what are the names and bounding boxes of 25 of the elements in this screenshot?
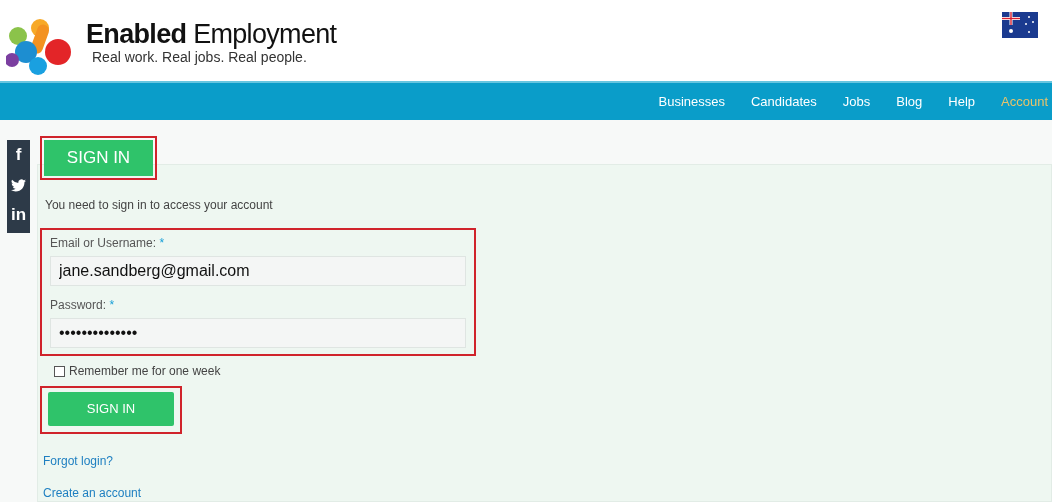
intro-text: You need to sign in to access your account bbox=[45, 197, 274, 214]
nav-link[interactable]: Businesses bbox=[658, 91, 725, 112]
text-link[interactable]: Create an account bbox=[43, 484, 1052, 502]
linkedin-link[interactable]: in bbox=[7, 200, 30, 230]
sign-in-tab[interactable]: SIGN IN bbox=[44, 140, 153, 176]
nav-link[interactable]: Candidates bbox=[751, 91, 817, 112]
email-field[interactable]: jane.sandberg@gmail.com bbox=[50, 256, 466, 286]
brand-name: Enabled Employment bbox=[86, 19, 337, 49]
remember-checkbox[interactable] bbox=[54, 365, 65, 377]
field-label: Password: * bbox=[50, 297, 116, 314]
facebook-link[interactable]: f bbox=[7, 140, 30, 170]
nav-link[interactable]: Jobs bbox=[842, 91, 871, 112]
required-mark: * bbox=[109, 298, 115, 312]
required-mark: * bbox=[159, 236, 165, 250]
text-link[interactable]: Forgot login? bbox=[43, 452, 1052, 470]
nav-link[interactable]: Help bbox=[948, 91, 975, 112]
field-label: Email or Username: * bbox=[50, 235, 166, 252]
bird-icon bbox=[11, 178, 26, 192]
password-field[interactable]: •••••••••••••• bbox=[50, 318, 466, 348]
tagline: Real work. Real jobs. Real people. bbox=[91, 49, 308, 65]
nav-link[interactable]: Account bbox=[1001, 91, 1048, 112]
remember-label: Remember me for one week bbox=[69, 363, 221, 380]
nav-link[interactable]: Blog bbox=[896, 91, 923, 112]
sign-in-button[interactable]: SIGN IN bbox=[48, 392, 174, 426]
australian-flag-icon[interactable] bbox=[1002, 12, 1038, 38]
